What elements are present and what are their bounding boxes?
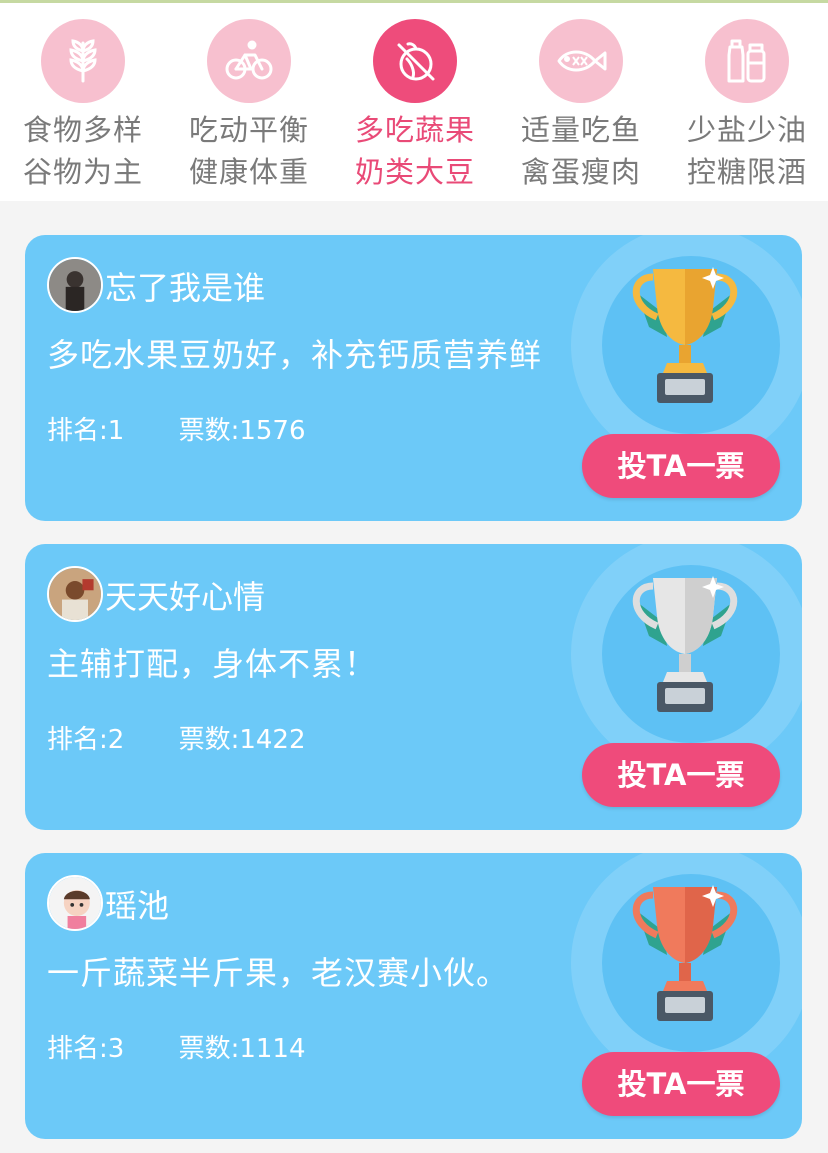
tab-label-line2: 健康体重 xyxy=(188,155,309,189)
gold-trophy-icon xyxy=(632,267,738,403)
avatar[interactable] xyxy=(47,875,103,931)
rank-label: 排名:3 xyxy=(47,1034,125,1064)
avatar[interactable] xyxy=(47,257,103,313)
tab-vegetables[interactable]: 多吃蔬果 奶类大豆 xyxy=(332,3,498,201)
vote-button[interactable]: 投TA一票 xyxy=(582,434,780,498)
username: 忘了我是谁 xyxy=(105,269,266,307)
tab-label-line2: 奶类大豆 xyxy=(354,155,475,189)
rank-label: 排名:2 xyxy=(47,725,125,755)
entry-stats: 排名:3 票数:1114 xyxy=(47,1028,306,1065)
tab-label-line2: 禽蛋瘦肉 xyxy=(520,155,641,189)
entry-message: 多吃水果豆奶好，补充钙质营养鲜 xyxy=(47,336,543,374)
entry-stats: 排名:1 票数:1576 xyxy=(47,410,306,447)
entry-card-3: 瑶池 一斤蔬菜半斤果，老汉赛小伙。 排名:3 票数:1114 投TA一票 xyxy=(25,853,802,1139)
tab-label-line2: 谷物为主 xyxy=(22,155,143,189)
tab-label-line1: 食物多样 xyxy=(22,113,143,147)
tab-label-line1: 适量吃鱼 xyxy=(520,113,641,147)
tab-salt-oil[interactable]: 少盐少油 控糖限酒 xyxy=(664,3,828,201)
vote-button[interactable]: 投TA一票 xyxy=(582,1052,780,1116)
avatar[interactable] xyxy=(47,566,103,622)
tab-label-line2: 控糖限酒 xyxy=(686,155,807,189)
votes-label: 票数:1114 xyxy=(178,1034,306,1064)
entry-card-2: 天天好心情 主辅打配，身体不累！ 排名:2 票数:1422 投TA一票 xyxy=(25,544,802,830)
bronze-trophy-icon xyxy=(632,885,738,1021)
votes-label: 票数:1576 xyxy=(178,416,306,446)
wheat-icon xyxy=(41,19,125,103)
tab-label-line1: 吃动平衡 xyxy=(188,113,309,147)
silver-trophy-icon xyxy=(632,576,738,712)
category-tabs: 食物多样 谷物为主 吃动平衡 健康体重 多吃蔬果 奶类大豆 适量吃鱼 禽蛋瘦肉 … xyxy=(0,3,828,201)
bicycle-icon xyxy=(207,19,291,103)
tab-fish-meat[interactable]: 适量吃鱼 禽蛋瘦肉 xyxy=(498,3,664,201)
tab-label-line1: 少盐少油 xyxy=(686,113,807,147)
fish-icon xyxy=(539,19,623,103)
bottles-icon xyxy=(705,19,789,103)
username: 瑶池 xyxy=(105,887,170,925)
votes-label: 票数:1422 xyxy=(178,725,306,755)
tab-exercise[interactable]: 吃动平衡 健康体重 xyxy=(166,3,332,201)
tab-grains[interactable]: 食物多样 谷物为主 xyxy=(0,3,166,201)
tab-label-line1: 多吃蔬果 xyxy=(354,113,475,147)
entry-message: 主辅打配，身体不累！ xyxy=(47,645,378,683)
rank-label: 排名:1 xyxy=(47,416,125,446)
entry-card-1: 忘了我是谁 多吃水果豆奶好，补充钙质营养鲜 排名:1 票数:1576 投TA一票 xyxy=(25,235,802,521)
username: 天天好心情 xyxy=(105,578,266,616)
vegetable-icon xyxy=(373,19,457,103)
vote-button[interactable]: 投TA一票 xyxy=(582,743,780,807)
entry-message: 一斤蔬菜半斤果，老汉赛小伙。 xyxy=(47,954,510,992)
entry-stats: 排名:2 票数:1422 xyxy=(47,719,306,756)
